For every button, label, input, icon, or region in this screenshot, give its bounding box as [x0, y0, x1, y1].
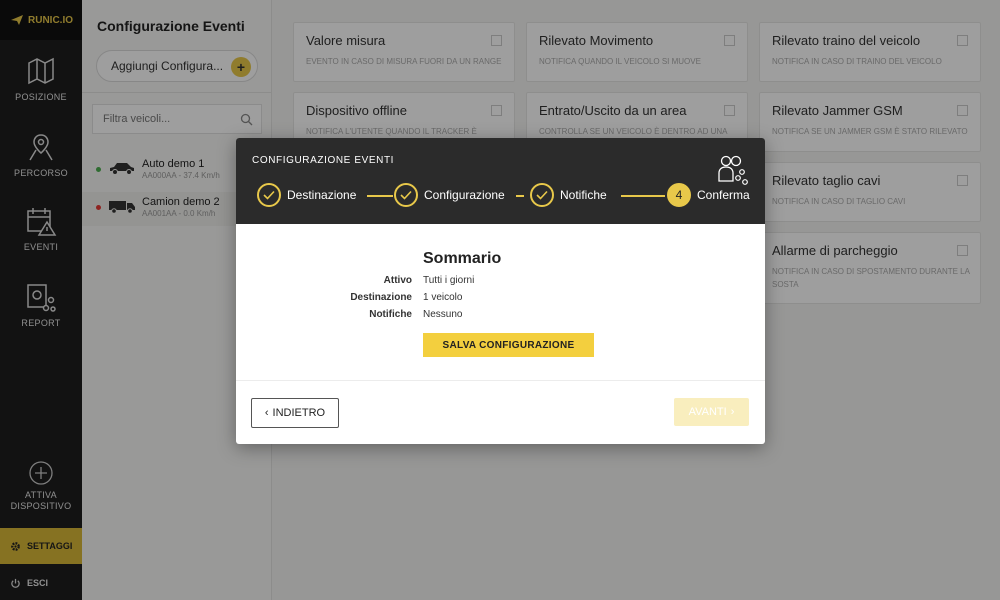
check-icon — [530, 183, 554, 207]
step-connector — [516, 195, 524, 197]
summary-key-notifiche: Notifiche — [369, 309, 412, 320]
chevron-right-icon: › — [730, 406, 735, 418]
summary-value-attivo: Tutti i giorni — [423, 275, 475, 286]
summary-title: Sommario — [423, 250, 502, 267]
chevron-left-icon: ‹ — [264, 407, 269, 419]
save-configuration-button[interactable]: SALVA CONFIGURAZIONE — [423, 333, 594, 357]
summary-value-notifiche: Nessuno — [423, 309, 463, 320]
config-wizard-modal: CONFIGURAZIONE EVENTI Destinazione Confi… — [236, 138, 765, 444]
step-configurazione: Configurazione — [394, 182, 505, 208]
step-label: Conferma — [697, 188, 750, 202]
step-label: Notifiche — [560, 188, 607, 202]
check-icon — [394, 183, 418, 207]
next-button[interactable]: AVANTI › — [674, 398, 749, 426]
modal-title: CONFIGURAZIONE EVENTI — [252, 155, 395, 166]
summary-key-destinazione: Destinazione — [350, 292, 412, 303]
summary-key-attivo: Attivo — [383, 275, 412, 286]
summary-value-destinazione: 1 veicolo — [423, 292, 463, 303]
step-connector — [621, 195, 665, 197]
step-notifiche: Notifiche — [530, 182, 607, 208]
modal-footer: ‹ INDIETRO AVANTI › — [236, 380, 765, 444]
step-connector — [367, 195, 393, 197]
check-icon — [257, 183, 281, 207]
back-label: INDIETRO — [272, 407, 326, 419]
step-conferma: 4 Conferma — [667, 182, 750, 208]
step-number: 4 — [667, 183, 691, 207]
back-button[interactable]: ‹ INDIETRO — [251, 398, 339, 428]
step-label: Destinazione — [287, 188, 357, 202]
step-label: Configurazione — [424, 188, 505, 202]
next-label: AVANTI — [688, 406, 727, 418]
modal-header: CONFIGURAZIONE EVENTI Destinazione Confi… — [236, 138, 765, 224]
step-destinazione: Destinazione — [257, 182, 356, 208]
